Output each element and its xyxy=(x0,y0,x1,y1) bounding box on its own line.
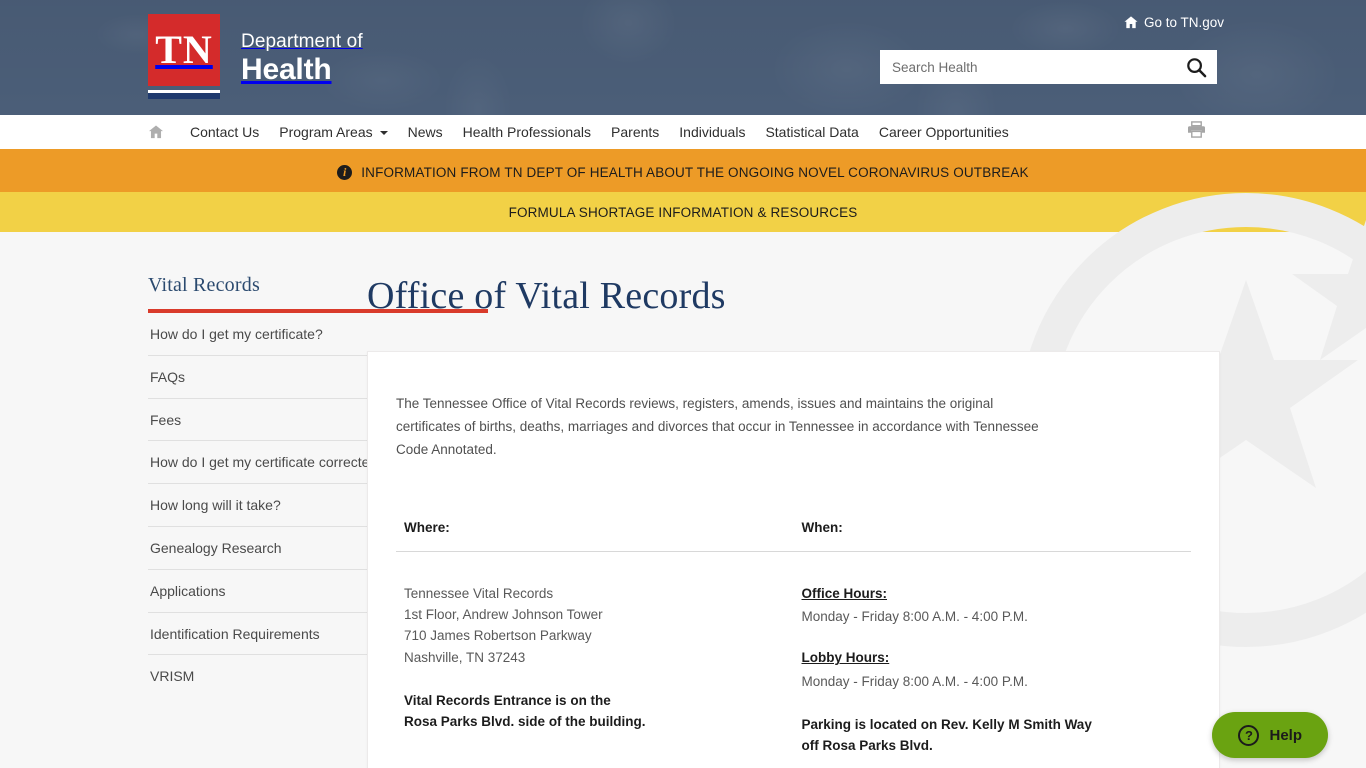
intro-paragraph: The Tennessee Office of Vital Records re… xyxy=(396,396,1039,458)
cell-when: Office Hours: Monday - Friday 8:00 A.M. … xyxy=(794,551,1192,756)
cell-where: Tennessee Vital Records 1st Floor, Andre… xyxy=(396,551,794,756)
entrance-note-line-1: Vital Records Entrance is on the xyxy=(404,692,611,708)
nav-item-label: Program Areas xyxy=(279,124,373,140)
nav-item-health-professionals[interactable]: Health Professionals xyxy=(453,124,601,140)
nav-item-program-areas[interactable]: Program Areas xyxy=(269,124,397,140)
main-navigation: Contact Us Program Areas News Health Pro… xyxy=(0,115,1366,152)
nav-home-link[interactable] xyxy=(148,125,164,139)
printer-icon xyxy=(1188,121,1205,138)
page-title: Office of Vital Records xyxy=(367,275,726,317)
brand-wordmark: Department of Health xyxy=(241,14,363,85)
main-content: Office of Vital Records The Tennessee Of… xyxy=(340,274,1366,768)
address-line-1: Tennessee Vital Records xyxy=(404,585,554,601)
nav-item-contact-us[interactable]: Contact Us xyxy=(180,124,269,140)
chevron-down-icon xyxy=(379,131,388,135)
nav-item-label: Parents xyxy=(611,124,660,140)
site-header: TN Department of Health Go to TN.gov xyxy=(0,0,1366,115)
go-to-tn-gov-link[interactable]: Go to TN.gov xyxy=(1124,15,1224,30)
table-header-row: Where: When: xyxy=(396,519,1191,552)
page-root: TN Department of Health Go to TN.gov Sea… xyxy=(0,0,1366,768)
home-icon xyxy=(1124,16,1138,29)
sidebar-title: Vital Records xyxy=(148,274,260,296)
office-hours-label: Office Hours: xyxy=(801,585,888,601)
search-box xyxy=(880,50,1217,84)
nav-item-parents[interactable]: Parents xyxy=(601,124,669,140)
go-to-tn-gov-label: Go to TN.gov xyxy=(1143,15,1224,30)
info-icon: i xyxy=(337,164,353,180)
column-header-where: Where: xyxy=(396,519,794,552)
nav-item-label: Statistical Data xyxy=(765,124,859,140)
entrance-note-line-2: Rosa Parks Blvd. side of the building. xyxy=(404,714,646,730)
lobby-hours-value: Monday - Friday 8:00 A.M. - 4:00 P.M. xyxy=(801,673,1028,689)
nav-item-label: Career Opportunities xyxy=(878,124,1009,140)
alert-banner-label: INFORMATION FROM TN DEPT OF HEALTH ABOUT… xyxy=(361,164,1029,180)
tn-logo-text: TN xyxy=(155,27,213,72)
where-when-table: Where: When: Tennessee Vital Records 1st… xyxy=(396,519,1191,757)
help-widget-button[interactable]: ? Help xyxy=(1212,712,1328,758)
parking-note: Parking is located on Rev. Kelly M Smith… xyxy=(802,714,1192,757)
tn-logo-mark: TN xyxy=(148,14,220,99)
alert-banner-content: FORMULA SHORTAGE INFORMATION & RESOURCES xyxy=(509,205,858,220)
parking-note-line-1: Parking is located on Rev. Kelly M Smith… xyxy=(801,716,1092,732)
search-submit-button[interactable] xyxy=(1175,51,1217,83)
column-header-when: When: xyxy=(793,519,1191,552)
lobby-hours-label: Lobby Hours: xyxy=(801,650,890,666)
nav-item-label: Health Professionals xyxy=(462,124,592,140)
alert-banner-formula-shortage[interactable]: FORMULA SHORTAGE INFORMATION & RESOURCES xyxy=(0,192,1366,232)
nav-item-label: News xyxy=(407,124,443,140)
nav-item-individuals[interactable]: Individuals xyxy=(669,124,755,140)
nav-item-news[interactable]: News xyxy=(398,124,453,140)
search-input[interactable] xyxy=(880,51,1175,83)
brand-department-line: Department of xyxy=(241,31,363,52)
content-card: The Tennessee Office of Vital Records re… xyxy=(367,351,1220,768)
help-widget-label: Help xyxy=(1269,726,1302,744)
address-line-3: 710 James Robertson Parkway xyxy=(404,628,592,644)
brand-health-line: Health xyxy=(241,52,332,86)
nav-item-career-opportunities[interactable]: Career Opportunities xyxy=(869,124,1019,140)
alert-banner-label: FORMULA SHORTAGE INFORMATION & RESOURCES xyxy=(508,204,858,220)
nav-item-label: Contact Us xyxy=(190,124,260,140)
address-line-2: 1st Floor, Andrew Johnson Tower xyxy=(404,606,603,622)
tn-logo-bar xyxy=(148,90,220,99)
nav-item-label: Individuals xyxy=(679,124,746,140)
alert-banner-coronavirus[interactable]: i INFORMATION FROM TN DEPT OF HEALTH ABO… xyxy=(0,152,1366,192)
sidebar-navigation: Vital Records How do I get my certificat… xyxy=(0,274,488,768)
entrance-note: Vital Records Entrance is on the Rosa Pa… xyxy=(404,690,794,733)
search-icon xyxy=(1186,57,1206,77)
site-logo[interactable]: TN Department of Health xyxy=(148,14,363,99)
office-hours-value: Monday - Friday 8:00 A.M. - 4:00 P.M. xyxy=(801,608,1028,624)
nav-item-statistical-data[interactable]: Statistical Data xyxy=(755,124,868,140)
print-page-button[interactable] xyxy=(1187,121,1206,138)
content-region: Vital Records How do I get my certificat… xyxy=(0,232,1366,768)
address-line-4: Nashville, TN 37243 xyxy=(404,649,526,665)
tn-logo-square: TN xyxy=(148,14,220,86)
table-row: Tennessee Vital Records 1st Floor, Andre… xyxy=(396,551,1191,756)
alert-banner-content: i INFORMATION FROM TN DEPT OF HEALTH ABO… xyxy=(337,164,1029,180)
parking-note-line-2: off Rosa Parks Blvd. xyxy=(801,738,933,754)
question-circle-icon: ? xyxy=(1238,724,1260,746)
home-icon xyxy=(149,125,163,139)
